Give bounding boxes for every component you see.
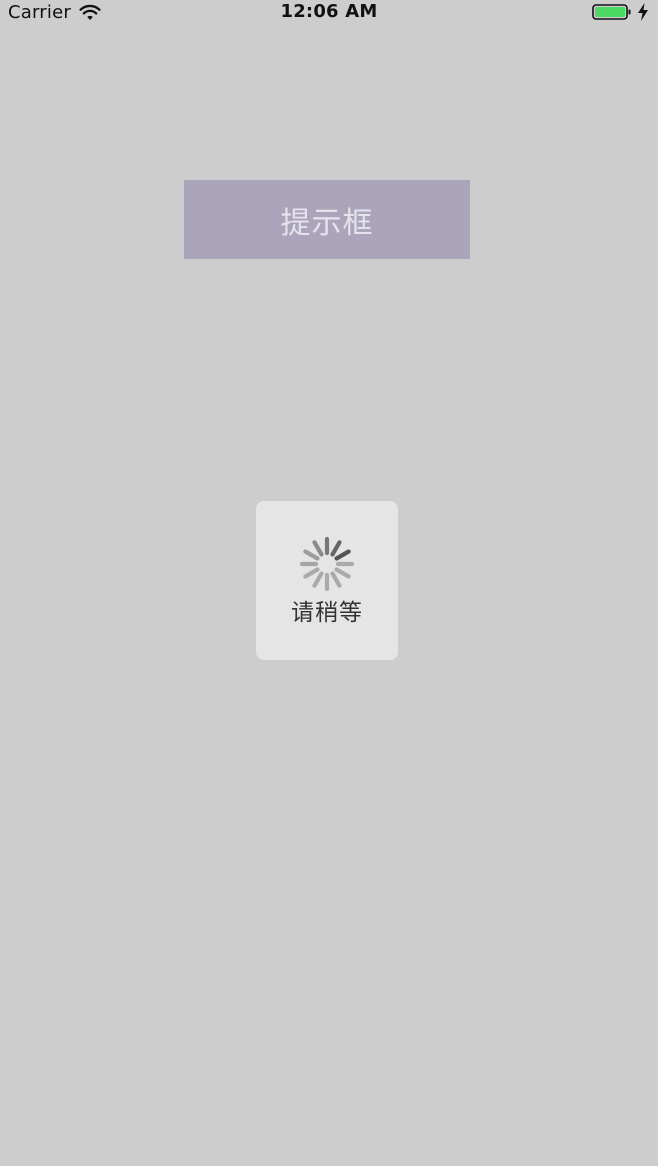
activity-spinner-icon (299, 536, 355, 592)
loading-label: 请稍等 (291, 600, 363, 626)
show-alert-button[interactable]: 提示框 (184, 180, 470, 259)
charging-bolt-icon (638, 3, 648, 21)
loading-hud: 请稍等 (256, 501, 398, 660)
battery-icon (592, 4, 631, 20)
status-time: 12:06 AM (280, 1, 378, 22)
status-bar: Carrier 12:06 AM (0, 0, 658, 26)
